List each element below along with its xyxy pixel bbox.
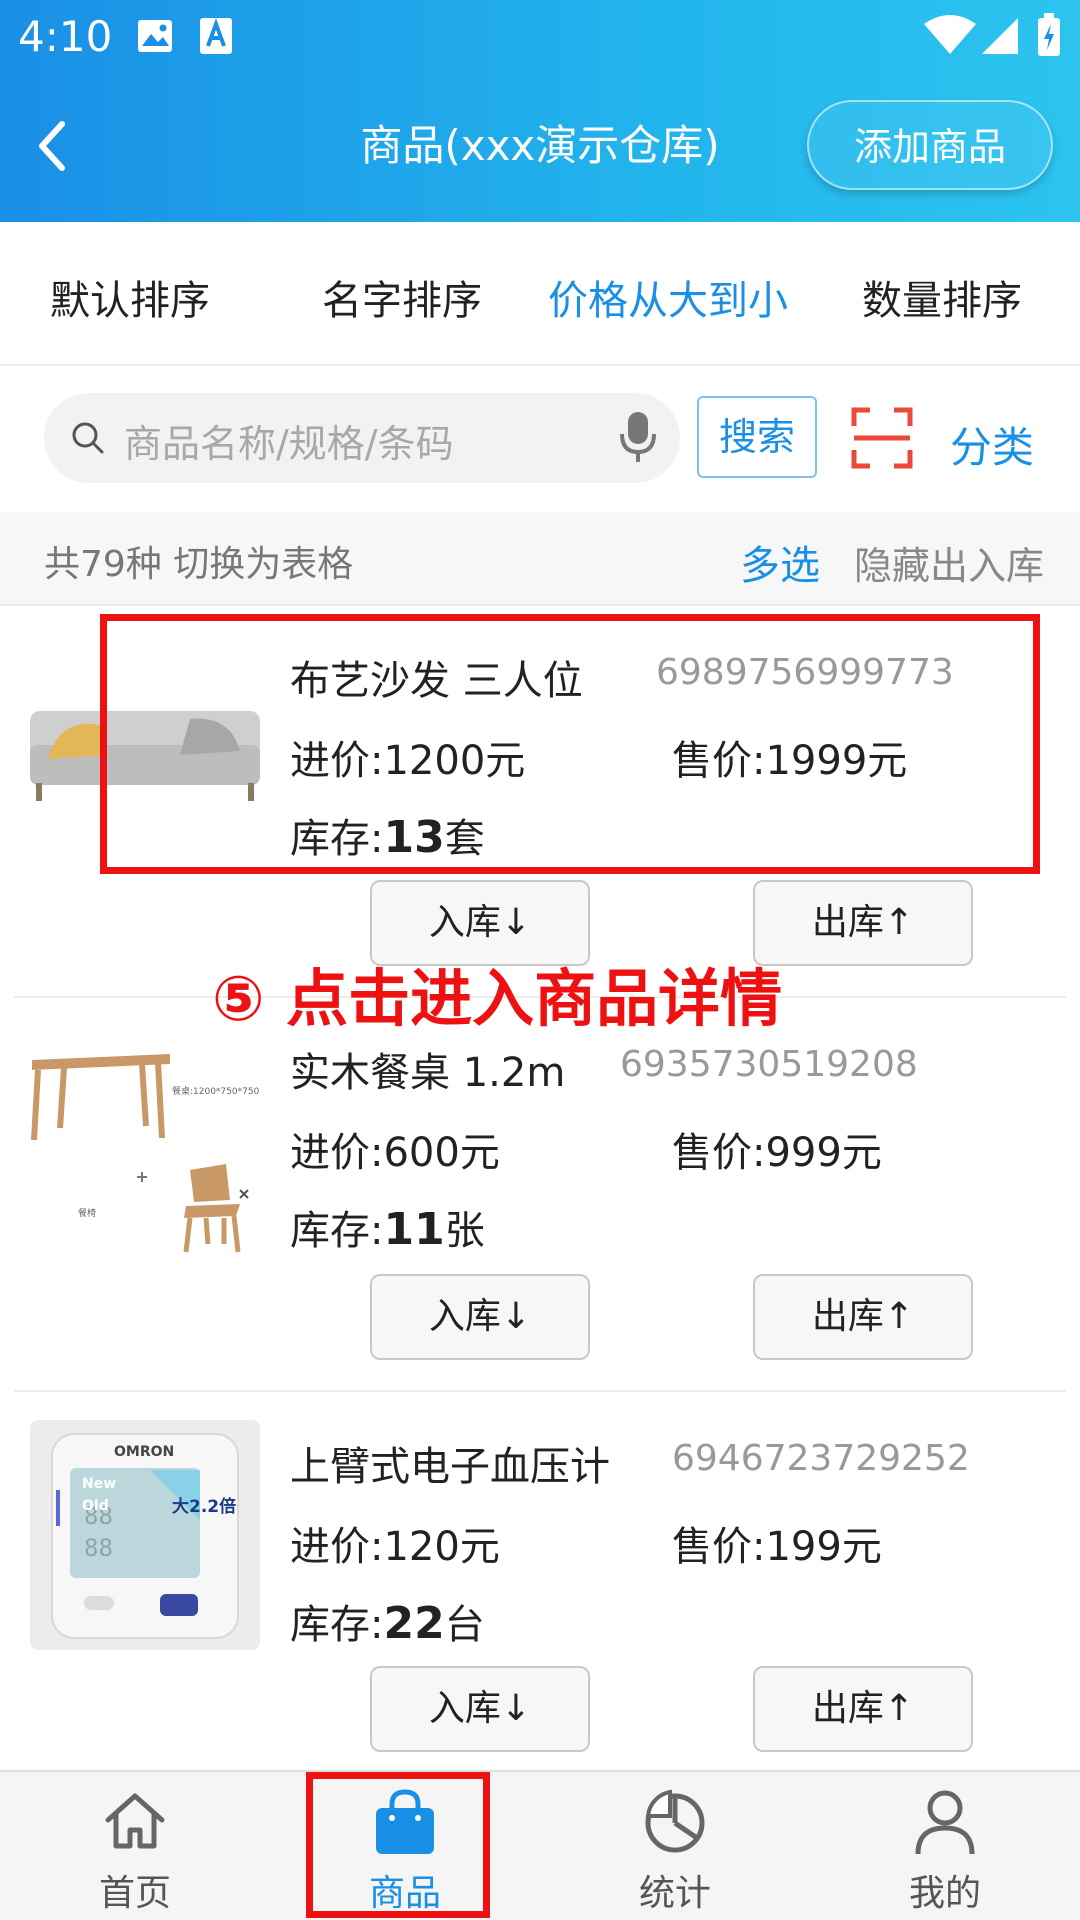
search-placeholder: 商品名称/规格/条码 [124, 422, 454, 466]
stock-out-button[interactable]: 出库↑ [753, 1666, 973, 1752]
stock-quantity: 库存:11张 [290, 1198, 485, 1256]
sort-name-tab[interactable]: 名字排序 [322, 268, 482, 326]
stock-quantity: 库存:22台 [290, 1592, 485, 1650]
bp-badge-text: 大2.2倍 [172, 1496, 236, 1517]
purchase-price-value: 120元 [383, 1524, 500, 1570]
highlight-product-box [100, 614, 1040, 874]
nav-mine-label: 我的 [908, 1873, 981, 1914]
product-name: 上臂式电子血压计 [290, 1444, 610, 1490]
pie-chart-icon [645, 1789, 705, 1853]
battery-icon [1038, 13, 1060, 56]
nav-home-label: 首页 [98, 1873, 171, 1914]
blood-pressure-monitor-product-image: OMRON 88 88 New Old 大2.2倍 [30, 1420, 260, 1650]
user-icon [915, 1790, 975, 1855]
purchase-price-value: 600元 [383, 1130, 500, 1176]
divider [0, 364, 1080, 366]
stock-unit: 台 [444, 1602, 485, 1648]
stock-unit: 张 [444, 1208, 485, 1254]
purchase-price: 进价:600元 [290, 1120, 500, 1178]
nav-stats-label: 统计 [638, 1873, 711, 1914]
sale-price-value: 999元 [765, 1130, 882, 1176]
bp-new-text: New [82, 1476, 116, 1492]
nav-mine[interactable]: 我的 [810, 1770, 1080, 1920]
stock-label: 库存: [290, 1208, 384, 1254]
category-button[interactable]: 分类 [950, 414, 1034, 475]
product-barcode: 6935730519208 [620, 1044, 918, 1085]
nav-home[interactable]: 首页 [0, 1770, 270, 1920]
add-product-button[interactable]: 添加商品 [807, 100, 1053, 190]
multi-select-button[interactable]: 多选 [740, 533, 820, 591]
scan-barcode-icon[interactable] [850, 406, 914, 470]
bp-old-text: Old [82, 1498, 109, 1514]
sort-default-tab[interactable]: 默认排序 [50, 268, 210, 326]
sale-price-label: 售价: [672, 1524, 766, 1570]
image-notification-icon [138, 20, 172, 52]
stock-out-button[interactable]: 出库↑ [753, 880, 973, 966]
sort-quantity-tab[interactable]: 数量排序 [862, 268, 1022, 326]
microphone-icon[interactable] [618, 410, 658, 466]
product-count-toggle[interactable]: 共79种 切换为表格 [44, 535, 353, 587]
signal-icon [982, 18, 1018, 54]
svg-text:88: 88 [84, 1534, 113, 1562]
hide-io-toggle[interactable]: 隐藏出入库 [854, 535, 1044, 590]
search-button[interactable]: 搜索 [697, 396, 817, 478]
stock-label: 库存: [290, 1602, 384, 1648]
stock-value: 22 [383, 1598, 445, 1649]
status-time: 4:10 [18, 12, 113, 61]
dining-table-product-image: 餐桌:1200*750*750mm 餐椅 [30, 1030, 260, 1260]
purchase-price: 进价:120元 [290, 1514, 500, 1572]
font-app-notification-icon [200, 18, 232, 54]
sale-price: 售价:199元 [672, 1514, 882, 1572]
bp-brand-text: OMRON [114, 1444, 174, 1460]
stock-out-button[interactable]: 出库↑ [753, 1274, 973, 1360]
nav-stats[interactable]: 统计 [540, 1770, 810, 1920]
table-spec-text: 餐桌:1200*750*750mm [172, 1085, 260, 1097]
stock-value: 11 [383, 1204, 445, 1255]
search-icon [72, 422, 104, 454]
purchase-price-label: 进价: [290, 1524, 384, 1570]
stock-in-button[interactable]: 入库↓ [370, 1666, 590, 1752]
step-annotation: ⑤ 点击进入商品详情 [212, 962, 783, 1035]
product-barcode: 6946723729252 [672, 1438, 970, 1479]
chair-label-text: 餐椅 [78, 1207, 96, 1219]
sort-price-desc-tab[interactable]: 价格从大到小 [548, 268, 788, 326]
highlight-nav-box [306, 1772, 490, 1918]
purchase-price-label: 进价: [290, 1130, 384, 1176]
product-name: 实木餐桌 1.2m [290, 1050, 566, 1096]
sale-price: 售价:999元 [672, 1120, 882, 1178]
home-icon [105, 1793, 165, 1849]
sale-price-label: 售价: [672, 1130, 766, 1176]
stock-in-button[interactable]: 入库↓ [370, 1274, 590, 1360]
sale-price-value: 199元 [765, 1524, 882, 1570]
wifi-icon [924, 15, 976, 54]
